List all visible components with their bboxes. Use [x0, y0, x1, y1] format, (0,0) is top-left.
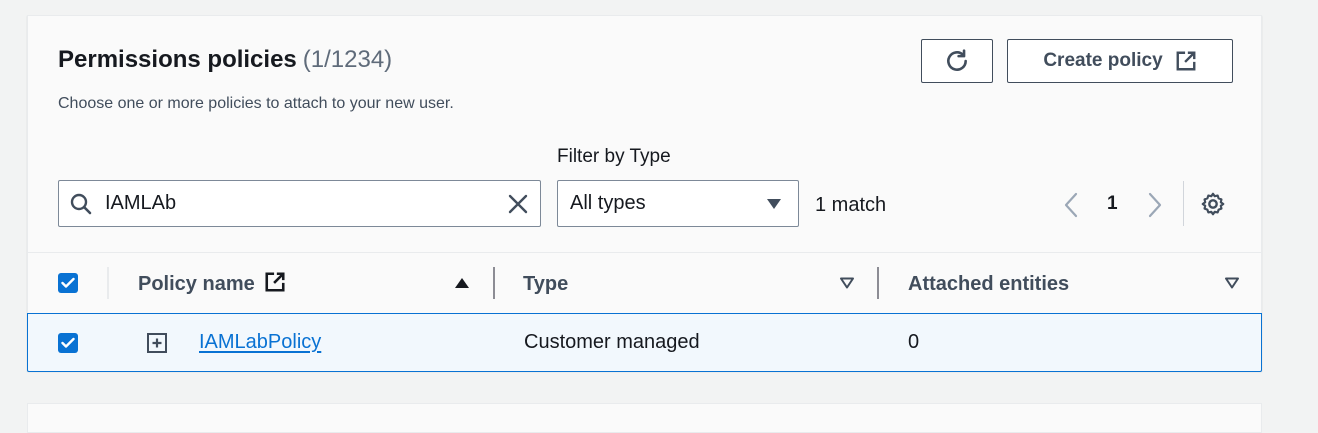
- search-field[interactable]: [58, 180, 541, 227]
- chevron-right-icon[interactable]: [1145, 191, 1165, 219]
- refresh-icon: [947, 49, 967, 71]
- table-row[interactable]: IAMLabPolicy Customer managed 0: [27, 313, 1262, 372]
- title-text: Permissions policies: [58, 46, 297, 73]
- column-divider: [877, 267, 879, 299]
- external-link-icon: [1176, 51, 1196, 71]
- select-all-checkbox[interactable]: [58, 273, 78, 293]
- match-count: 1 match: [815, 194, 887, 216]
- policy-name-header-label: Policy name: [138, 273, 255, 295]
- refresh-button[interactable]: [921, 39, 993, 83]
- type-filter-select[interactable]: All types: [557, 180, 799, 227]
- sort-icon[interactable]: [839, 277, 855, 289]
- row-checkbox[interactable]: [58, 333, 78, 353]
- attached-entities-cell: 0: [908, 331, 920, 353]
- external-link-icon: [265, 272, 285, 292]
- create-policy-label: Create policy: [1043, 50, 1163, 71]
- checkmark-icon: [61, 337, 75, 348]
- search-input[interactable]: [105, 189, 485, 217]
- policy-name-link[interactable]: IAMLabPolicy: [199, 331, 321, 353]
- column-header-attached-entities[interactable]: Attached entities: [908, 273, 1069, 296]
- create-policy-button[interactable]: Create policy: [1007, 39, 1233, 83]
- search-icon: [70, 193, 92, 215]
- chevron-left-icon[interactable]: [1061, 191, 1081, 219]
- current-page[interactable]: 1: [1107, 193, 1118, 215]
- filter-by-type-label: Filter by Type: [557, 146, 671, 167]
- panel-description: Choose one or more policies to attach to…: [58, 95, 454, 112]
- page-title: Permissions policies (1/1234): [58, 46, 392, 74]
- expand-icon[interactable]: [146, 332, 168, 354]
- sort-icon[interactable]: [1224, 277, 1240, 289]
- column-header-type[interactable]: Type: [523, 273, 568, 296]
- sort-ascending-icon[interactable]: [454, 277, 470, 289]
- checkmark-icon: [61, 277, 75, 288]
- policy-type-cell: Customer managed: [524, 331, 700, 353]
- next-panel: [27, 403, 1262, 433]
- column-header-policy-name[interactable]: Policy name: [138, 271, 286, 296]
- caret-down-icon: [767, 199, 781, 209]
- permissions-policies-panel: Permissions policies (1/1234) Choose one …: [27, 15, 1262, 372]
- pager-divider: [1183, 181, 1184, 226]
- policy-count: (1/1234): [302, 46, 393, 73]
- table-header: Policy name Type Attached entities: [28, 252, 1261, 312]
- column-divider: [107, 267, 109, 299]
- gear-icon[interactable]: [1200, 191, 1226, 217]
- type-filter-value: All types: [570, 192, 646, 214]
- column-divider: [493, 267, 495, 299]
- clear-search-icon[interactable]: [506, 192, 530, 216]
